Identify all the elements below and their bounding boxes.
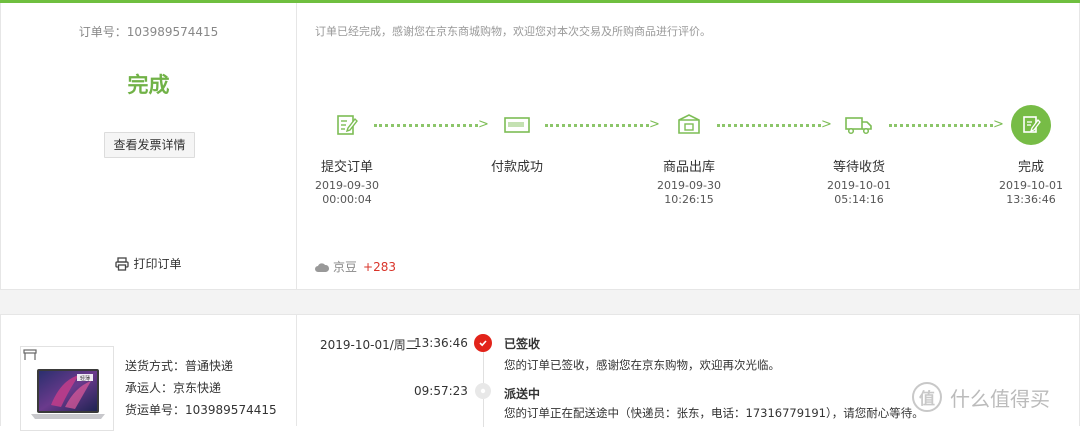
step-awaiting-delivery: 等待收货 2019-10-01 05:14:16 [809, 103, 909, 207]
shipping-tag-icon [23, 349, 37, 360]
tracking-event-time: 09:57:23 [414, 384, 468, 398]
step-submit-order: 提交订单 2019-09-30 00:00:04 [297, 103, 397, 207]
order-progress-steps: 提交订单 2019-09-30 00:00:04 > 付款成功 > 商品出库 2… [298, 103, 1080, 213]
package-box-icon [678, 114, 700, 134]
tracking-event-desc: 您的订单正在配送途中（快递员：张东，电话：17316779191），请您耐心等待… [504, 406, 924, 420]
step-time: 00:00:04 [322, 193, 372, 206]
step-name: 完成 [1017, 160, 1044, 175]
thanks-message: 订单已经完成，感谢您在京东商城购物，欢迎您对本次交易及所购商品进行评价。 [315, 25, 711, 38]
delivery-truck-icon [845, 117, 872, 135]
jd-beans-reward: 京豆 +283 [314, 258, 396, 275]
carrier: 承运人：京东快递 [125, 381, 222, 395]
watermark: 值 什么值得买 [912, 382, 1050, 412]
shipping-details: 送货方式：普通快递 承运人：京东快递 货运单号：103989574415 [125, 355, 277, 421]
progress-connector [545, 124, 649, 127]
step-payment-success: 付款成功 [467, 103, 567, 179]
order-number: 订单号：103989574415 [78, 25, 219, 39]
progress-connector [374, 124, 478, 127]
shipping-info: 轻薄 送货方式：普通快递 承运人：京东快递 货运单号：103989574415 [1, 315, 297, 431]
product-badge-text: 轻薄 [80, 375, 90, 382]
step-name: 提交订单 [320, 160, 373, 175]
watermark-text: 什么值得买 [950, 386, 1050, 411]
tracking-event-desc: 您的订单已签收，感谢您在京东购物，欢迎再次光临。 [504, 358, 780, 372]
progress-connector [717, 124, 821, 127]
step-time: 10:26:15 [664, 193, 714, 206]
order-status: 完成 [127, 73, 170, 97]
print-order-button[interactable]: 打印订单 [1, 255, 296, 272]
view-invoice-button[interactable]: 查看发票详情 [104, 132, 195, 158]
completed-check-icon [1011, 105, 1051, 145]
edit-order-icon [337, 115, 358, 135]
delivery-status-icon [475, 383, 491, 399]
beans-value: +283 [363, 260, 396, 274]
step-date: 2019-10-01 [999, 179, 1063, 192]
step-name: 付款成功 [490, 160, 543, 175]
payment-card-icon [504, 117, 530, 133]
laptop-product-image: 轻薄 [31, 369, 105, 419]
progress-connector [889, 124, 993, 127]
tracking-event-title: 派送中 [504, 387, 541, 401]
signed-check-icon [474, 334, 492, 352]
step-time: 05:14:16 [834, 193, 884, 206]
step-time: 13:36:46 [1006, 193, 1056, 206]
tracking-date: 2019-10-01/周二 [320, 338, 418, 352]
tracking-event-title: 已签收 [504, 337, 541, 351]
order-summary: 订单号：103989574415 完成 查看发票详情 打印订单 [1, 3, 297, 289]
section-separator [0, 290, 1080, 314]
print-order-label: 打印订单 [133, 257, 182, 271]
cloud-icon [315, 263, 330, 272]
order-progress-area: 订单已经完成，感谢您在京东商城购物，欢迎您对本次交易及所购商品进行评价。 提交订… [298, 3, 1079, 289]
tracking-number: 货运单号：103989574415 [125, 403, 277, 417]
printer-icon [115, 257, 130, 271]
step-name: 等待收货 [832, 160, 885, 175]
step-date: 2019-10-01 [827, 179, 891, 192]
product-thumbnail[interactable]: 轻薄 [20, 346, 114, 431]
beans-label: 京豆 [333, 260, 358, 274]
step-date: 2019-09-30 [315, 179, 379, 192]
step-goods-shipped: 商品出库 2019-09-30 10:26:15 [639, 103, 739, 207]
tracking-event-time: 13:36:46 [414, 336, 468, 350]
delivery-method: 送货方式：普通快递 [125, 359, 234, 373]
watermark-logo-icon: 值 [912, 382, 942, 412]
step-name: 商品出库 [662, 160, 715, 175]
order-status-panel: 订单号：103989574415 完成 查看发票详情 打印订单 订单已经完成，感… [0, 3, 1080, 290]
step-complete: 完成 2019-10-01 13:36:46 [981, 103, 1080, 207]
step-date: 2019-09-30 [657, 179, 721, 192]
